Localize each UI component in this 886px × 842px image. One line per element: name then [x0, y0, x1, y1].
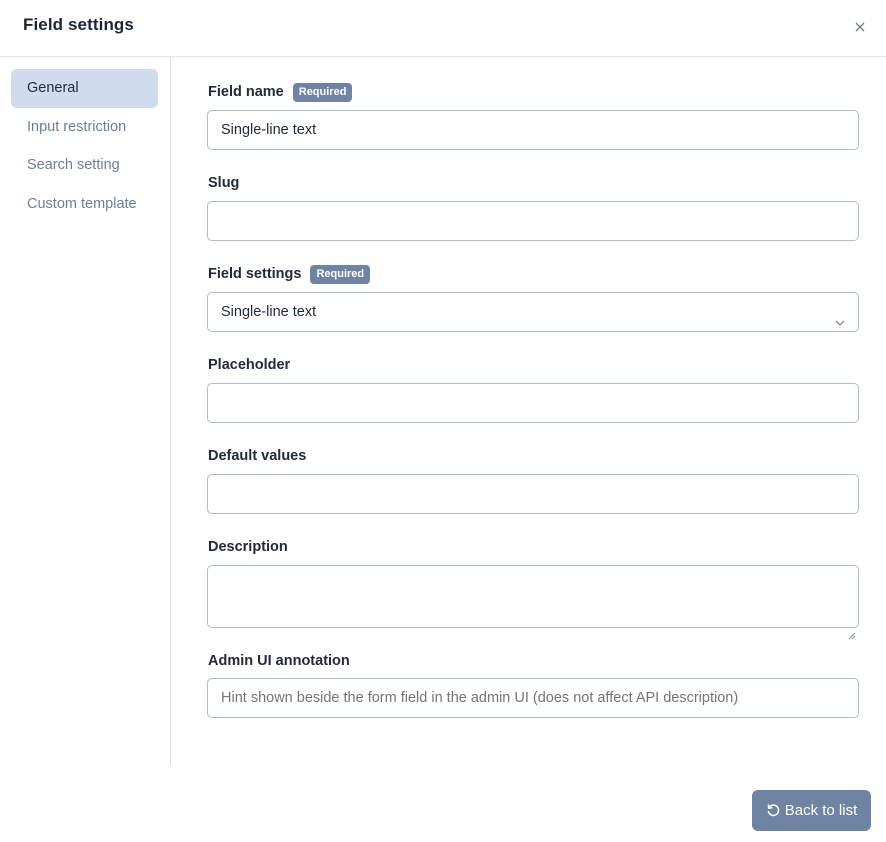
- dialog-footer: Back to list: [0, 765, 886, 842]
- admin-ui-annotation-label: Admin UI annotation: [208, 653, 350, 669]
- description-textarea[interactable]: [207, 565, 859, 640]
- close-icon[interactable]: [852, 19, 868, 35]
- field-settings-selected-value: Single-line text: [221, 304, 317, 320]
- default-values-label: Default values: [208, 448, 307, 464]
- sidebar-item-general[interactable]: General: [11, 69, 158, 108]
- slug-input[interactable]: [207, 201, 859, 241]
- default-values-input[interactable]: [207, 474, 859, 514]
- placeholder-input[interactable]: [207, 383, 859, 423]
- field-name-input[interactable]: [207, 110, 859, 150]
- undo-icon: [767, 804, 780, 817]
- field-name-label-text: Field name: [208, 84, 284, 100]
- sidebar-item-input-restriction[interactable]: Input restriction: [11, 108, 158, 147]
- dialog-header: Field settings: [0, 0, 886, 57]
- sidebar-item-search-setting[interactable]: Search setting: [11, 146, 158, 185]
- field-name-label: Field name Required: [208, 82, 353, 102]
- settings-sidebar: General Input restriction Search setting…: [0, 57, 171, 765]
- admin-ui-annotation-input[interactable]: [207, 678, 859, 718]
- settings-form: Field name Required Slug Field settings …: [171, 57, 886, 765]
- field-settings-select[interactable]: Single-line text: [207, 292, 859, 332]
- field-settings-label: Field settings Required: [208, 264, 371, 284]
- required-badge: Required: [292, 82, 353, 102]
- placeholder-label: Placeholder: [208, 357, 291, 373]
- description-label: Description: [208, 539, 288, 555]
- dialog-title: Field settings: [23, 15, 134, 34]
- resize-handle-icon[interactable]: [848, 617, 856, 640]
- field-settings-label-text: Field settings: [208, 266, 302, 282]
- sidebar-item-custom-template[interactable]: Custom template: [11, 185, 158, 224]
- slug-label: Slug: [208, 175, 240, 191]
- chevron-down-icon: [834, 306, 846, 326]
- back-to-list-button[interactable]: Back to list: [752, 790, 871, 831]
- required-badge: Required: [310, 264, 371, 284]
- back-to-list-label: Back to list: [784, 802, 858, 819]
